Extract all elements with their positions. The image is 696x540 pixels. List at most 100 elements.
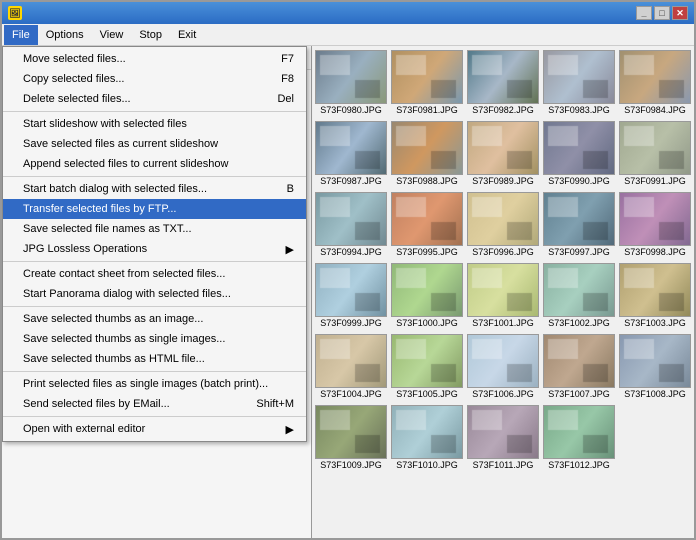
thumbnail-image	[391, 334, 463, 388]
thumbnail-label: S73F1010.JPG	[396, 460, 458, 470]
thumbnail-item[interactable]: S73F0980.JPG	[314, 48, 388, 117]
thumbnail-image	[543, 121, 615, 175]
close-button[interactable]: ✕	[672, 6, 688, 20]
thumbnail-image	[543, 334, 615, 388]
thumbnail-label: S73F1001.JPG	[472, 318, 534, 328]
thumbnail-item[interactable]: S73F1007.JPG	[542, 332, 616, 401]
thumbnail-label: S73F0988.JPG	[396, 176, 458, 186]
thumbnail-image	[467, 121, 539, 175]
thumbnail-item[interactable]: S73F0984.JPG	[618, 48, 692, 117]
menu-exit[interactable]: Exit	[170, 25, 204, 45]
thumbnail-area[interactable]: S73F0980.JPG S73F0981.JPG S73F0982.JPG S73F…	[312, 46, 694, 538]
thumbnail-item[interactable]: S73F0987.JPG	[314, 119, 388, 188]
thumbnail-label: S73F0991.JPG	[624, 176, 686, 186]
title-bar: 🖼 _ □ ✕	[2, 2, 694, 24]
thumbnail-label: S73F0984.JPG	[624, 105, 686, 115]
menu-print-files[interactable]: Print selected files as single images (b…	[3, 374, 306, 394]
minimize-button[interactable]: _	[636, 6, 652, 20]
thumbnail-label: S73F1002.JPG	[548, 318, 610, 328]
thumbnail-image	[619, 192, 691, 246]
thumbnail-label: S73F1007.JPG	[548, 389, 610, 399]
thumbnail-item[interactable]: S73F0996.JPG	[466, 190, 540, 259]
thumbnail-item[interactable]: S73F0999.JPG	[314, 261, 388, 330]
thumbnail-item[interactable]: S73F0998.JPG	[618, 190, 692, 259]
menu-jpg-lossless[interactable]: JPG Lossless Operations ▶	[3, 239, 306, 259]
thumbnail-label: S73F0996.JPG	[472, 247, 534, 257]
thumbnail-image	[391, 121, 463, 175]
file-dropdown-menu: Move selected files... F7 Copy selected …	[2, 46, 307, 442]
thumbnail-item[interactable]: S73F1012.JPG	[542, 403, 616, 472]
thumbnail-image	[467, 192, 539, 246]
menu-stop[interactable]: Stop	[131, 25, 170, 45]
thumbnail-image	[391, 192, 463, 246]
menu-start-slideshow[interactable]: Start slideshow with selected files	[3, 114, 306, 134]
thumbnail-item[interactable]: S73F1005.JPG	[390, 332, 464, 401]
thumbnail-image	[543, 50, 615, 104]
thumbnail-item[interactable]: S73F1000.JPG	[390, 261, 464, 330]
thumbnail-label: S73F1006.JPG	[472, 389, 534, 399]
menu-view[interactable]: View	[92, 25, 132, 45]
thumbnail-item[interactable]: S73F0988.JPG	[390, 119, 464, 188]
menu-section-3: Start batch dialog with selected files..…	[3, 177, 306, 262]
thumbnail-image	[543, 405, 615, 459]
thumbnail-label: S73F0987.JPG	[320, 176, 382, 186]
menu-contact-sheet[interactable]: Create contact sheet from selected files…	[3, 264, 306, 284]
thumbnail-image	[543, 192, 615, 246]
left-panel: Move selected files... F7 Copy selected …	[2, 46, 312, 538]
menu-file[interactable]: File	[4, 25, 38, 45]
menu-save-thumbs-html[interactable]: Save selected thumbs as HTML file...	[3, 349, 306, 369]
menu-panorama[interactable]: Start Panorama dialog with selected file…	[3, 284, 306, 304]
thumbnail-label: S73F0994.JPG	[320, 247, 382, 257]
menu-section-7: Open with external editor ▶	[3, 417, 306, 441]
thumbnail-item[interactable]: S73F1009.JPG	[314, 403, 388, 472]
maximize-button[interactable]: □	[654, 6, 670, 20]
thumbnail-item[interactable]: S73F1003.JPG	[618, 261, 692, 330]
thumbnail-item[interactable]: S73F0982.JPG	[466, 48, 540, 117]
thumbnail-image	[467, 263, 539, 317]
thumbnail-item[interactable]: S73F0981.JPG	[390, 48, 464, 117]
thumbnail-item[interactable]: S73F1006.JPG	[466, 332, 540, 401]
thumbnail-item[interactable]: S73F0991.JPG	[618, 119, 692, 188]
thumbnail-item[interactable]: S73F0995.JPG	[390, 190, 464, 259]
menu-append-slideshow[interactable]: Append selected files to current slidesh…	[3, 154, 306, 174]
thumbnail-image	[619, 334, 691, 388]
thumbnail-item[interactable]: S73F1010.JPG	[390, 403, 464, 472]
thumbnail-item[interactable]: S73F0990.JPG	[542, 119, 616, 188]
thumbnail-image	[315, 50, 387, 104]
menu-transfer-ftp[interactable]: Transfer selected files by FTP...	[3, 199, 306, 219]
menu-batch-dialog[interactable]: Start batch dialog with selected files..…	[3, 179, 306, 199]
thumbnail-label: S73F0990.JPG	[548, 176, 610, 186]
menu-section-1: Move selected files... F7 Copy selected …	[3, 47, 306, 112]
menu-delete-files[interactable]: Delete selected files... Del	[3, 89, 306, 109]
menu-section-6: Print selected files as single images (b…	[3, 372, 306, 417]
menu-options[interactable]: Options	[38, 25, 92, 45]
thumbnail-label: S73F0998.JPG	[624, 247, 686, 257]
thumbnail-image	[315, 192, 387, 246]
menubar: File Options View Stop Exit	[2, 24, 694, 46]
main-window: 🖼 _ □ ✕ File Options View Stop Exit	[0, 0, 696, 540]
menu-open-external[interactable]: Open with external editor ▶	[3, 419, 306, 439]
thumbnail-image	[315, 263, 387, 317]
menu-save-thumbs-image[interactable]: Save selected thumbs as an image...	[3, 309, 306, 329]
thumbnail-label: S73F1012.JPG	[548, 460, 610, 470]
thumbnail-image	[543, 263, 615, 317]
menu-copy-files[interactable]: Copy selected files... F8	[3, 69, 306, 89]
thumbnail-item[interactable]: S73F1001.JPG	[466, 261, 540, 330]
menu-send-email[interactable]: Send selected files by EMail... Shift+M	[3, 394, 306, 414]
menu-move-files[interactable]: Move selected files... F7	[3, 49, 306, 69]
thumbnail-item[interactable]: S73F1002.JPG	[542, 261, 616, 330]
thumbnail-item[interactable]: S73F0983.JPG	[542, 48, 616, 117]
thumbnail-item[interactable]: S73F0997.JPG	[542, 190, 616, 259]
thumbnail-item[interactable]: S73F1011.JPG	[466, 403, 540, 472]
menu-section-5: Save selected thumbs as an image... Save…	[3, 307, 306, 372]
thumbnail-item[interactable]: S73F1004.JPG	[314, 332, 388, 401]
thumbnail-item[interactable]: S73F1008.JPG	[618, 332, 692, 401]
thumbnail-label: S73F0982.JPG	[472, 105, 534, 115]
menu-save-thumbs-single[interactable]: Save selected thumbs as single images...	[3, 329, 306, 349]
thumbnail-item[interactable]: S73F0989.JPG	[466, 119, 540, 188]
thumbnail-image	[467, 334, 539, 388]
menu-save-names-txt[interactable]: Save selected file names as TXT...	[3, 219, 306, 239]
thumbnail-item[interactable]: S73F0994.JPG	[314, 190, 388, 259]
thumbnail-label: S73F0980.JPG	[320, 105, 382, 115]
menu-save-slideshow[interactable]: Save selected files as current slideshow	[3, 134, 306, 154]
